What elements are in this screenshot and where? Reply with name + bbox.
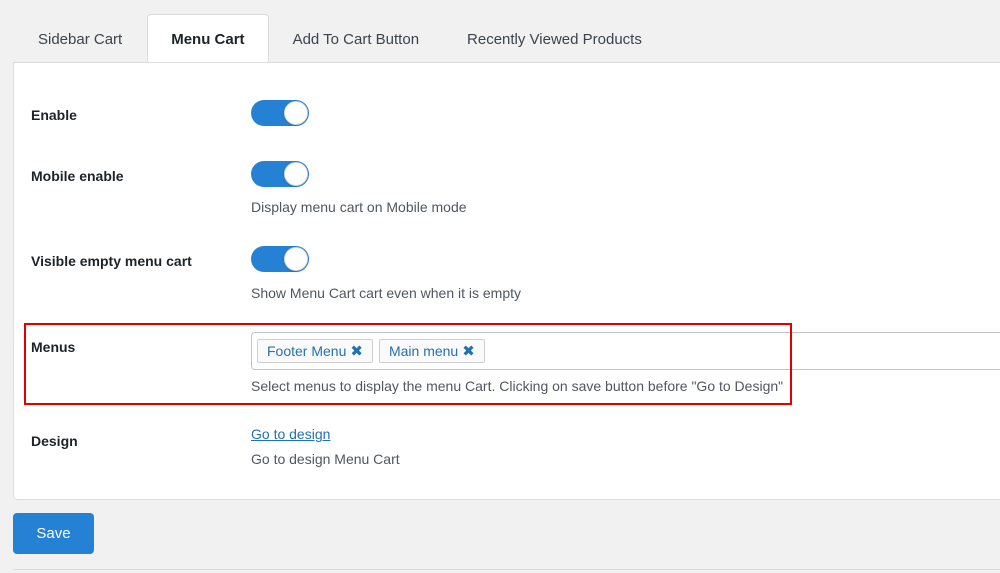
x-icon[interactable]: ✖ <box>462 344 475 359</box>
visible-empty-label: Visible empty menu cart <box>31 253 192 269</box>
save-button[interactable]: Save <box>13 513 94 554</box>
design-label: Design <box>31 433 78 449</box>
x-icon[interactable]: ✖ <box>350 344 363 359</box>
enable-label: Enable <box>31 107 77 123</box>
toggle-knob <box>284 247 308 271</box>
visible-empty-description: Show Menu Cart cart even when it is empt… <box>251 285 522 301</box>
design-description: Go to design Menu Cart <box>251 451 400 467</box>
enable-toggle[interactable] <box>251 100 309 126</box>
tab-sidebar-cart[interactable]: Sidebar Cart <box>13 14 147 63</box>
visible-empty-toggle[interactable] <box>251 246 309 272</box>
menus-select[interactable]: Footer Menu ✖ Main menu ✖ <box>251 332 1000 370</box>
menus-description: Select menus to display the menu Cart. C… <box>251 378 784 394</box>
mobile-enable-toggle[interactable] <box>251 161 309 187</box>
chip-label: Footer Menu <box>267 343 347 359</box>
divider <box>13 569 1000 573</box>
menus-label: Menus <box>31 339 76 355</box>
tab-recently-viewed-products[interactable]: Recently Viewed Products <box>443 14 666 63</box>
settings-panel: Enable Mobile enable Display menu cart o… <box>13 62 1000 500</box>
menu-chip-footer: Footer Menu ✖ <box>257 339 373 363</box>
mobile-enable-label: Mobile enable <box>31 168 124 184</box>
chip-label: Main menu <box>388 343 459 359</box>
toggle-knob <box>284 162 308 186</box>
go-to-design-link[interactable]: Go to design <box>251 426 330 442</box>
tab-menu-cart[interactable]: Menu Cart <box>147 14 269 64</box>
mobile-enable-description: Display menu cart on Mobile mode <box>251 199 467 215</box>
tab-add-to-cart-button[interactable]: Add To Cart Button <box>269 14 443 63</box>
settings-tabs: Sidebar Cart Menu Cart Add To Cart Butto… <box>13 13 666 64</box>
menu-chip-main: Main menu ✖ <box>378 339 485 363</box>
toggle-knob <box>284 101 308 125</box>
